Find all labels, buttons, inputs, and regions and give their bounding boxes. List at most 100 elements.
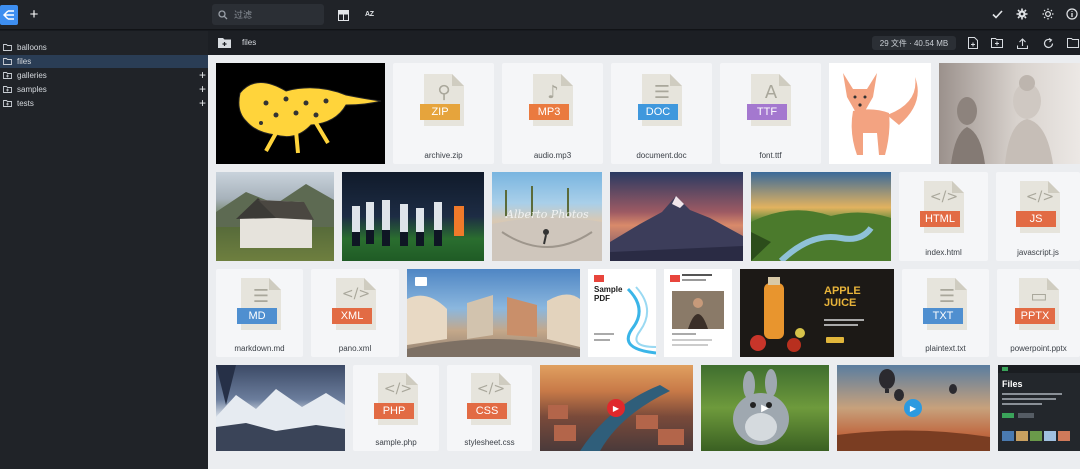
file-tile-index[interactable]: </> HTML index.html <box>899 172 988 261</box>
layout-button[interactable] <box>336 8 350 22</box>
video-tile-balloons[interactable]: ▶ <box>837 365 990 451</box>
file-name: powerpoint.pptx <box>1010 344 1067 353</box>
sidebar-item-tests[interactable]: tests + <box>0 96 208 110</box>
settings-button[interactable] <box>1015 7 1029 21</box>
app-ui-screenshot-image <box>998 365 1080 441</box>
expand-plus-icon[interactable]: + <box>199 68 206 82</box>
panorama-street-image <box>407 294 580 357</box>
image-tile-valley[interactable] <box>751 172 891 261</box>
panorama-icon <box>415 277 427 286</box>
image-tile-fox[interactable] <box>829 63 931 164</box>
breadcrumb-current[interactable]: files <box>242 38 256 47</box>
file-tile-archive[interactable]: ⚲ ZIP archive.zip <box>393 63 494 164</box>
plus-icon: + <box>29 5 39 23</box>
info-icon <box>1066 8 1078 20</box>
folder-icon <box>3 44 12 51</box>
file-ext-badge: PHP <box>374 403 414 419</box>
image-tile-apple-juice[interactable]: APPLE JUICE <box>740 269 894 357</box>
folder-sidebar: balloons files galleries + samples + tes… <box>0 31 208 469</box>
expand-plus-icon[interactable]: + <box>199 96 206 110</box>
add-button[interactable]: + <box>26 6 42 22</box>
file-tile-stylesheet[interactable]: </> CSS stylesheet.css <box>447 365 532 451</box>
sidebar-item-samples[interactable]: samples + <box>0 82 208 96</box>
folder-icon <box>217 38 231 48</box>
church-landscape-image <box>216 184 334 248</box>
file-grid: ⚲ ZIP archive.zip ♪ MP3 audio.mp3 ☰ DOC … <box>208 55 1080 469</box>
image-tile-church[interactable] <box>216 172 334 261</box>
green-valley-river-image <box>751 210 891 261</box>
file-name: stylesheet.css <box>464 438 515 447</box>
image-tile-skatepark[interactable]: Alberto Photos <box>492 172 602 261</box>
file-ext-badge: TXT <box>923 308 963 324</box>
file-ext-badge: DOC <box>638 104 678 120</box>
sidebar-item-label: balloons <box>17 43 47 52</box>
file-tile-markdown[interactable]: ☰ MD markdown.md <box>216 269 303 357</box>
menu-back-icon <box>3 10 14 20</box>
theme-button[interactable] <box>1041 7 1055 21</box>
file-tile-font[interactable]: A TTF font.ttf <box>720 63 821 164</box>
play-button[interactable]: ▶ <box>756 399 774 417</box>
file-name: pano.xml <box>338 344 372 353</box>
play-button[interactable]: ▶ <box>904 399 922 417</box>
file-name: plaintext.txt <box>925 344 966 353</box>
folder-plus-icon <box>3 100 12 107</box>
new-file-button[interactable] <box>966 36 980 50</box>
image-tile-football[interactable] <box>342 172 484 261</box>
search-box[interactable]: 过滤 <box>212 4 324 25</box>
pdf-tile-traveler[interactable] <box>664 269 732 357</box>
image-tile-cheetah[interactable] <box>216 63 385 164</box>
sidebar-item-files[interactable]: files <box>0 55 208 68</box>
image-tile-app-screenshot[interactable]: Files <box>998 365 1080 451</box>
image-tile-panorama[interactable] <box>407 269 580 357</box>
video-tile-city[interactable]: ▶ <box>540 365 693 451</box>
sidebar-item-galleries[interactable]: galleries + <box>0 68 208 82</box>
cheetah-drawing-image <box>238 82 382 154</box>
toggle-sidebar-button[interactable] <box>0 5 18 25</box>
breadcrumb-bar: files 29 文件 · 40.54 MB <box>208 31 1080 55</box>
info-button[interactable] <box>1065 7 1079 21</box>
reload-button[interactable] <box>1041 36 1055 50</box>
select-button[interactable] <box>990 7 1004 21</box>
file-ext-badge: CSS <box>467 403 507 419</box>
image-watermark: Alberto Photos <box>506 208 589 221</box>
new-folder-button[interactable] <box>990 36 1004 50</box>
file-name: index.html <box>925 248 962 257</box>
folder-gear-icon <box>1067 38 1079 48</box>
wave-graphic-image <box>594 286 656 355</box>
file-name: document.doc <box>636 151 687 160</box>
file-tile-plaintext[interactable]: ☰ TXT plaintext.txt <box>902 269 989 357</box>
search-input[interactable]: 过滤 <box>234 8 252 21</box>
play-button[interactable]: ▶ <box>607 399 625 417</box>
file-tile-php[interactable]: </> PHP sample.php <box>353 365 439 451</box>
image-tile-buddha[interactable] <box>939 63 1080 164</box>
image-tile-snow-mountains[interactable] <box>216 365 345 451</box>
fox-illustration-image <box>843 73 918 155</box>
file-plus-icon <box>968 37 978 49</box>
file-tile-powerpoint[interactable]: ▭ PPTX powerpoint.pptx <box>997 269 1080 357</box>
upload-icon <box>1016 37 1028 49</box>
upload-button[interactable] <box>1015 36 1029 50</box>
folder-options-button[interactable] <box>1066 36 1080 50</box>
sort-button[interactable]: A Z <box>361 6 377 22</box>
sidebar-item-balloons[interactable]: balloons <box>0 41 208 54</box>
sidebar-item-label: files <box>17 57 32 66</box>
sidebar-item-label: tests <box>17 99 34 108</box>
video-tile-bunny[interactable]: ▶ <box>701 365 829 451</box>
file-ext-badge: HTML <box>920 211 960 227</box>
sort-az-icon: A Z <box>364 10 374 18</box>
file-tile-audio[interactable]: ♪ MP3 audio.mp3 <box>502 63 603 164</box>
folder-stats: 29 文件 · 40.54 MB <box>879 38 949 48</box>
expand-plus-icon[interactable]: + <box>199 82 206 96</box>
image-tile-mountain[interactable] <box>610 172 743 261</box>
pdf-tile-sample[interactable]: Sample PDF <box>588 269 656 357</box>
file-tile-document[interactable]: ☰ DOC document.doc <box>611 63 712 164</box>
file-tile-javascript[interactable]: </> JS javascript.js <box>996 172 1080 261</box>
zip-file-icon: ⚲ ZIP <box>420 74 464 126</box>
file-name: sample.php <box>375 438 417 447</box>
folder-plus-icon <box>991 38 1003 48</box>
file-ext-badge: JS <box>1016 211 1056 227</box>
folder-home-button[interactable] <box>217 37 231 49</box>
sidebar-item-label: galleries <box>17 71 47 80</box>
football-celebration-image <box>352 200 464 246</box>
file-tile-pano[interactable]: </> XML pano.xml <box>311 269 399 357</box>
